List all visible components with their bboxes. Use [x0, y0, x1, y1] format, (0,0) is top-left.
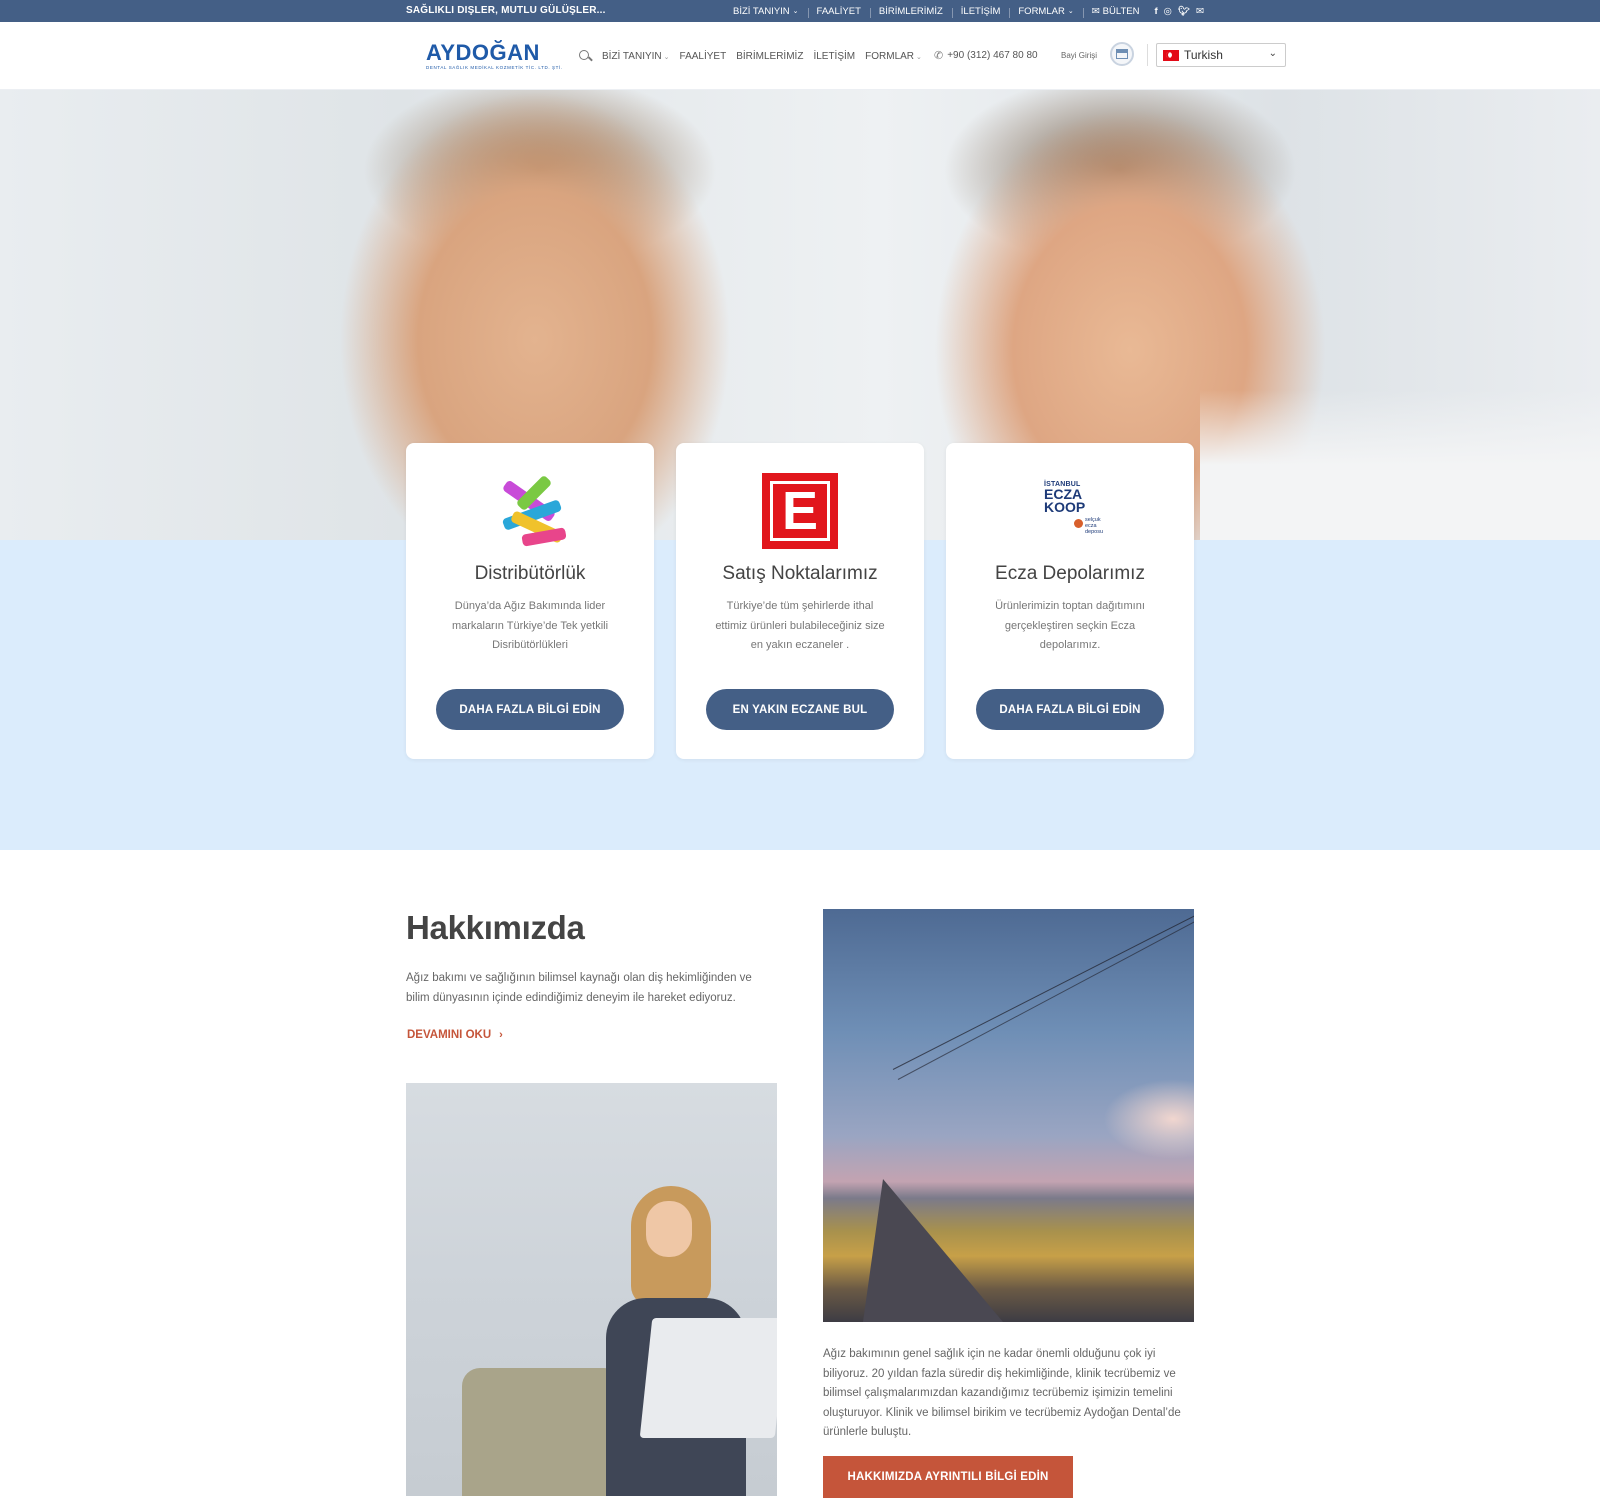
bayi-login-label[interactable]: Bayi Girişi	[1061, 51, 1097, 60]
pharmacy-e-icon: E	[762, 473, 838, 549]
istanbul-eczakoop-logo: İSTANBUL ECZA KOOP selçuk ecza deposu	[1044, 481, 1104, 535]
chevron-down-icon: ⌄	[1268, 48, 1277, 59]
topnav-item-birimlerimiz[interactable]: BİRİMLERİMİZ	[869, 5, 952, 18]
feature-card-satis-noktalari: E Satış Noktalarımız Türkiye’de tüm şehi…	[676, 443, 924, 759]
email-icon[interactable]: ✉	[1196, 6, 1204, 17]
phone-icon: ✆	[934, 50, 944, 62]
about-body: Ağız bakımının genel sağlık için ne kada…	[823, 1348, 1181, 1438]
logo-text: AYDOĞAN	[426, 40, 540, 65]
chevron-down-icon: ⌄	[1067, 8, 1074, 15]
nav-item-faaliyet[interactable]: FAALİYET	[680, 51, 727, 62]
site-logo[interactable]: AYDOĞAN DENTAL SAĞLIK MEDİKAL KOZMETİK T…	[426, 42, 563, 71]
chevron-down-icon: ⌄	[916, 53, 922, 61]
topnav-label: FAALİYET	[816, 5, 861, 17]
topnav-item-bizi-taniyin[interactable]: BİZİ TANIYIN ⌄	[724, 6, 808, 17]
tagline: SAĞLIKLI DIŞLER, MUTLU GÜLÜŞLER...	[406, 5, 606, 16]
topnav-item-faaliyet[interactable]: FAALİYET	[807, 5, 870, 18]
chevron-right-icon: ›	[499, 1029, 503, 1041]
phone-link[interactable]: ✆ +90 (312) 467 80 80	[934, 49, 1038, 62]
chevron-down-icon: ⌄	[663, 53, 670, 61]
nav-label: FAALİYET	[679, 50, 727, 62]
read-more-link[interactable]: DEVAMINI OKU ›	[407, 1029, 503, 1041]
main-nav: BİZİ TANIYIN ⌄ FAALİYET BİRİMLERİMİZ İLET…	[578, 22, 932, 90]
card-description: Ürünlerimizin toptan dağıtımını gerçekle…	[995, 600, 1145, 651]
nav-item-birimlerimiz[interactable]: BİRİMLERİMİZ	[736, 51, 803, 62]
chevron-down-icon: ⌄	[792, 8, 799, 15]
search-icon[interactable]	[578, 49, 592, 63]
card-description: Türkiye’de tüm şehirlerde ithal ettimiz …	[715, 600, 885, 651]
more-info-button[interactable]: DAHA FAZLA BİLGİ EDİN	[436, 689, 624, 730]
top-nav: BİZİ TANIYIN ⌄ FAALİYET BİRİMLERİMİZ İLET…	[724, 0, 1204, 22]
turkey-flag-icon	[1163, 49, 1179, 61]
woman-laptop-image	[406, 1083, 777, 1496]
nav-label: FORMLAR	[865, 50, 915, 62]
topnav-label: FORMLAR	[1018, 5, 1065, 17]
toothbrushes-icon	[492, 473, 568, 549]
top-bar: SAĞLIKLI DIŞLER, MUTLU GÜLÜŞLER... BİZİ …	[0, 0, 1600, 22]
topnav-label: BÜLTEN	[1102, 5, 1140, 17]
nav-label: İLETİŞİM	[813, 50, 856, 62]
logo-subtext: DENTAL SAĞLIK MEDİKAL KOZMETİK TİC. LTD.…	[426, 65, 563, 70]
about-details-button[interactable]: HAKKIMIZDA AYRINTILI BİLGİ EDİN	[823, 1456, 1073, 1498]
more-info-button[interactable]: DAHA FAZLA BİLGİ EDİN	[976, 689, 1164, 730]
topnav-item-bulten[interactable]: ✉ BÜLTEN	[1082, 5, 1149, 18]
language-value: Turkish	[1184, 48, 1223, 62]
card-title: Ecza Depolarımız	[995, 563, 1145, 584]
language-select[interactable]: Turkish ⌄	[1156, 43, 1286, 67]
topnav-label: BİZİ TANIYIN	[733, 5, 790, 17]
phone-number: +90 (312) 467 80 80	[947, 50, 1038, 61]
nav-item-bizi-taniyin[interactable]: BİZİ TANIYIN ⌄	[602, 51, 670, 62]
road-landscape-image	[823, 909, 1194, 1322]
find-pharmacy-button[interactable]: EN YAKIN ECZANE BUL	[706, 689, 894, 730]
topnav-label: BİRİMLERİMİZ	[878, 5, 943, 17]
about-intro: Ağız bakımı ve sağlığının bilimsel kayna…	[406, 972, 752, 1004]
card-title: Satış Noktalarımız	[722, 563, 878, 584]
topnav-item-formlar[interactable]: FORMLAR ⌄	[1009, 5, 1082, 18]
card-title: Distribütörlük	[474, 563, 586, 584]
about-title: Hakkımızda	[406, 909, 585, 946]
nav-label: BİRİMLERİMİZ	[736, 50, 804, 62]
social-links: f ◎ 🐦︎ ✉	[1154, 6, 1204, 17]
topnav-label: İLETİŞİM	[960, 5, 1001, 17]
twitter-icon[interactable]: 🐦︎	[1178, 6, 1190, 17]
instagram-icon[interactable]: ◎	[1164, 6, 1172, 17]
nav-item-iletisim[interactable]: İLETİŞİM	[813, 51, 855, 62]
envelope-icon: ✉	[1091, 5, 1100, 17]
main-header: AYDOĞAN DENTAL SAĞLIK MEDİKAL KOZMETİK T…	[0, 22, 1600, 90]
nav-label: BİZİ TANIYIN	[602, 50, 662, 62]
card-description: Dünya’da Ağız Bakımında lider markaların…	[451, 600, 609, 651]
topnav-item-iletisim[interactable]: İLETİŞİM	[951, 5, 1010, 18]
feature-card-distributorluk: Distribütörlük Dünya’da Ağız Bakımında l…	[406, 443, 654, 759]
read-more-label: DEVAMINI OKU	[407, 1029, 492, 1041]
nav-item-formlar[interactable]: FORMLAR ⌄	[865, 51, 922, 62]
divider	[1147, 44, 1148, 66]
facebook-icon[interactable]: f	[1154, 6, 1157, 17]
feature-card-ecza-depolari: İSTANBUL ECZA KOOP selçuk ecza deposu Ec…	[946, 443, 1194, 759]
store-icon[interactable]	[1110, 42, 1134, 66]
